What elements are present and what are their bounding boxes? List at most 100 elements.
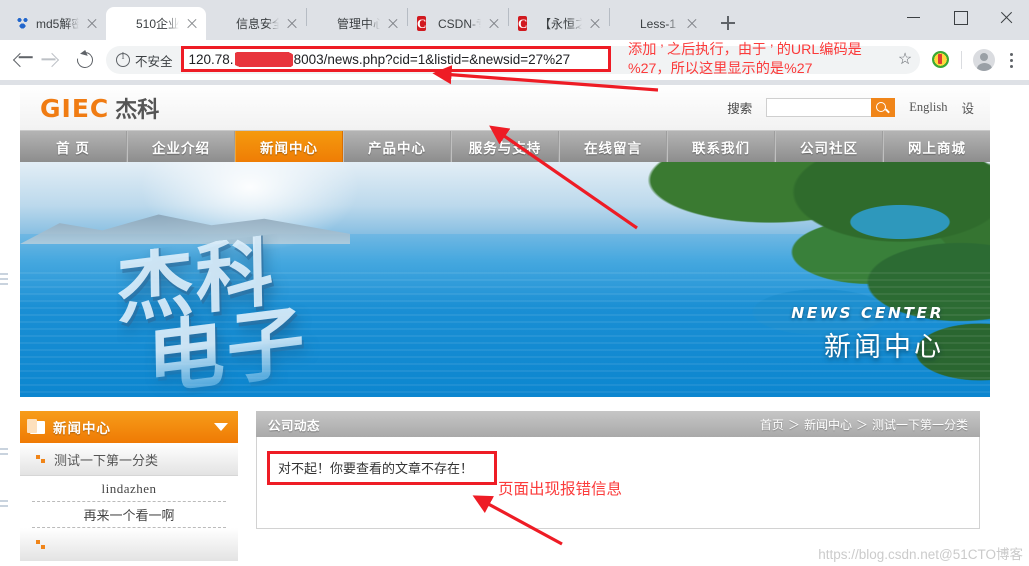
close-icon[interactable]	[184, 16, 200, 32]
breadcrumb-separator: ＞	[787, 417, 800, 432]
breadcrumb-item-home[interactable]: 首页	[760, 418, 784, 432]
watermark-site: @51CTO博客	[939, 547, 1023, 562]
csdn-icon: C	[417, 15, 427, 31]
tab-title: CSDN-专	[438, 17, 481, 31]
main-nav: 首 页 企业介绍 新闻中心 产品中心 服务与支持 在线留言 联系我们 公司社区 …	[20, 130, 990, 162]
search-input[interactable]	[766, 98, 872, 117]
sidebar-category-label: 测试一下第一分类	[54, 452, 159, 468]
page-left-gutter	[0, 170, 20, 566]
article-container: 对不起！你要查看的文章不存在！	[256, 437, 980, 529]
nav-item-support[interactable]: 服务与支持	[451, 131, 559, 162]
hero-banner: 杰科 电子 NEWS CENTER 新闻中心	[20, 162, 990, 397]
globe-icon	[215, 16, 231, 32]
breadcrumb-item-category[interactable]: 测试一下第一分类	[872, 418, 968, 432]
tab-title: 信息安全	[236, 17, 279, 31]
globe-icon	[316, 16, 332, 32]
tab-title: 510企业网	[136, 17, 179, 31]
banner-title-cn: 新闻中心	[824, 332, 944, 362]
list-item[interactable]: lindazhen	[32, 476, 226, 502]
tab-title: md5解密	[36, 17, 79, 31]
sidebar-item-category-next[interactable]	[20, 528, 238, 561]
url-prefix: 120.78.	[188, 51, 234, 67]
tab-title: Less-1	[640, 16, 677, 31]
nav-item-message[interactable]: 在线留言	[559, 131, 667, 162]
address-bar[interactable]: 不安全 120.78. 8003/news.php?cid=1&listid=&n…	[106, 46, 920, 74]
watermark: https://blog.csdn.net@51CTO博客	[818, 543, 1023, 563]
section-bar: 公司动态 首页＞新闻中心＞测试一下第一分类	[256, 411, 980, 437]
main-content: 公司动态 首页＞新闻中心＞测试一下第一分类 对不起！你要查看的文章不存在！	[256, 411, 990, 561]
url-field-wrapper[interactable]: 120.78. 8003/news.php?cid=1&listid=&newsi…	[180, 46, 892, 72]
search-label: 搜索	[727, 102, 753, 116]
window-controls	[891, 0, 1029, 34]
banner-title-en: NEWS CENTER	[791, 304, 944, 322]
close-icon[interactable]	[587, 16, 603, 32]
tab-title: 管理中心	[337, 17, 380, 31]
info-icon[interactable]	[116, 51, 130, 67]
browser-tab-6[interactable]: Less-1	[610, 7, 706, 40]
nav-item-news[interactable]: 新闻中心	[235, 131, 343, 162]
settings-link[interactable]: 设	[961, 98, 974, 117]
bullet-icon	[36, 540, 45, 549]
close-icon[interactable]	[684, 16, 700, 32]
sidebar-header[interactable]: 新闻中心	[20, 411, 238, 443]
avatar[interactable]	[971, 47, 997, 73]
search-box[interactable]	[766, 98, 896, 117]
website-page: GIEC 杰科 搜索 English 设 首 页 企业介绍 新闻中心 产品中心 …	[20, 85, 990, 566]
browser-tab-2[interactable]: 信息安全	[206, 7, 306, 40]
breadcrumb: 首页＞新闻中心＞测试一下第一分类	[760, 416, 968, 433]
close-window-button[interactable]	[983, 0, 1029, 34]
browser-window: md5解密 510企业网 信息安全 管理中心 C CSDN-专 C 【永恒	[0, 0, 1029, 566]
bullet-icon	[36, 454, 45, 464]
nav-item-community[interactable]: 公司社区	[775, 131, 883, 162]
browser-tab-4[interactable]: C CSDN-专	[408, 7, 508, 40]
content-area: 新闻中心 测试一下第一分类 lindazhen 再来一个看一啊 公司动态 首页 …	[20, 397, 990, 561]
close-icon[interactable]	[284, 16, 300, 32]
breadcrumb-separator: ＞	[855, 417, 868, 432]
browser-tab-3[interactable]: 管理中心	[307, 7, 407, 40]
minimize-button[interactable]	[891, 0, 937, 34]
site-logo[interactable]: GIEC 杰科	[40, 92, 159, 124]
sidebar: 新闻中心 测试一下第一分类 lindazhen 再来一个看一啊	[20, 411, 238, 561]
chevron-down-icon[interactable]	[214, 423, 228, 431]
nav-item-home[interactable]: 首 页	[20, 131, 127, 162]
list-item[interactable]: 再来一个看一啊	[32, 502, 226, 528]
extension-icon[interactable]	[928, 47, 954, 73]
site-header: GIEC 杰科 搜索 English 设	[20, 85, 990, 130]
nav-item-products[interactable]: 产品中心	[343, 131, 451, 162]
breadcrumb-item-news[interactable]: 新闻中心	[804, 418, 852, 432]
reload-button[interactable]	[70, 45, 100, 75]
url-input[interactable]: 120.78. 8003/news.php?cid=1&listid=&newsi…	[180, 46, 611, 72]
browser-tab-1[interactable]: 510企业网	[106, 7, 206, 40]
header-right-group: 搜索 English 设	[727, 98, 978, 117]
close-icon[interactable]	[84, 16, 100, 32]
back-button[interactable]	[6, 45, 36, 75]
english-link[interactable]: English	[909, 100, 947, 115]
nav-item-about[interactable]: 企业介绍	[127, 131, 235, 162]
globe-icon	[619, 16, 635, 32]
maximize-button[interactable]	[937, 0, 983, 34]
error-message: 对不起！你要查看的文章不存在！	[267, 451, 497, 485]
search-icon[interactable]	[871, 98, 896, 117]
bookmark-star-icon[interactable]: ☆	[896, 51, 914, 69]
kebab-menu-icon[interactable]	[999, 47, 1023, 73]
baidu-icon	[15, 16, 31, 32]
new-tab-button[interactable]	[714, 9, 742, 37]
nav-item-shop[interactable]: 网上商城	[883, 131, 990, 162]
nav-item-contact[interactable]: 联系我们	[667, 131, 775, 162]
sidebar-sublist: lindazhen 再来一个看一啊	[20, 476, 238, 528]
redaction-mark	[234, 51, 293, 67]
logo-name: 杰科	[115, 97, 160, 123]
browser-tab-5[interactable]: C 【永恒之	[509, 7, 609, 40]
folder-icon	[27, 418, 45, 434]
security-status-label: 不安全	[135, 54, 173, 69]
browser-toolbar: 不安全 120.78. 8003/news.php?cid=1&listid=&n…	[0, 40, 1029, 80]
browser-tab-0[interactable]: md5解密	[6, 7, 106, 40]
globe-icon	[115, 16, 131, 32]
close-icon[interactable]	[486, 16, 502, 32]
close-icon[interactable]	[385, 16, 401, 32]
sidebar-item-category[interactable]: 测试一下第一分类	[20, 443, 238, 476]
logo-brand: GIEC	[40, 93, 110, 123]
forward-button[interactable]	[38, 45, 68, 75]
url-suffix: 8003/news.php?cid=1&listid=&newsid=27%27	[293, 51, 571, 67]
watermark-url: https://blog.csdn.net	[818, 547, 940, 562]
